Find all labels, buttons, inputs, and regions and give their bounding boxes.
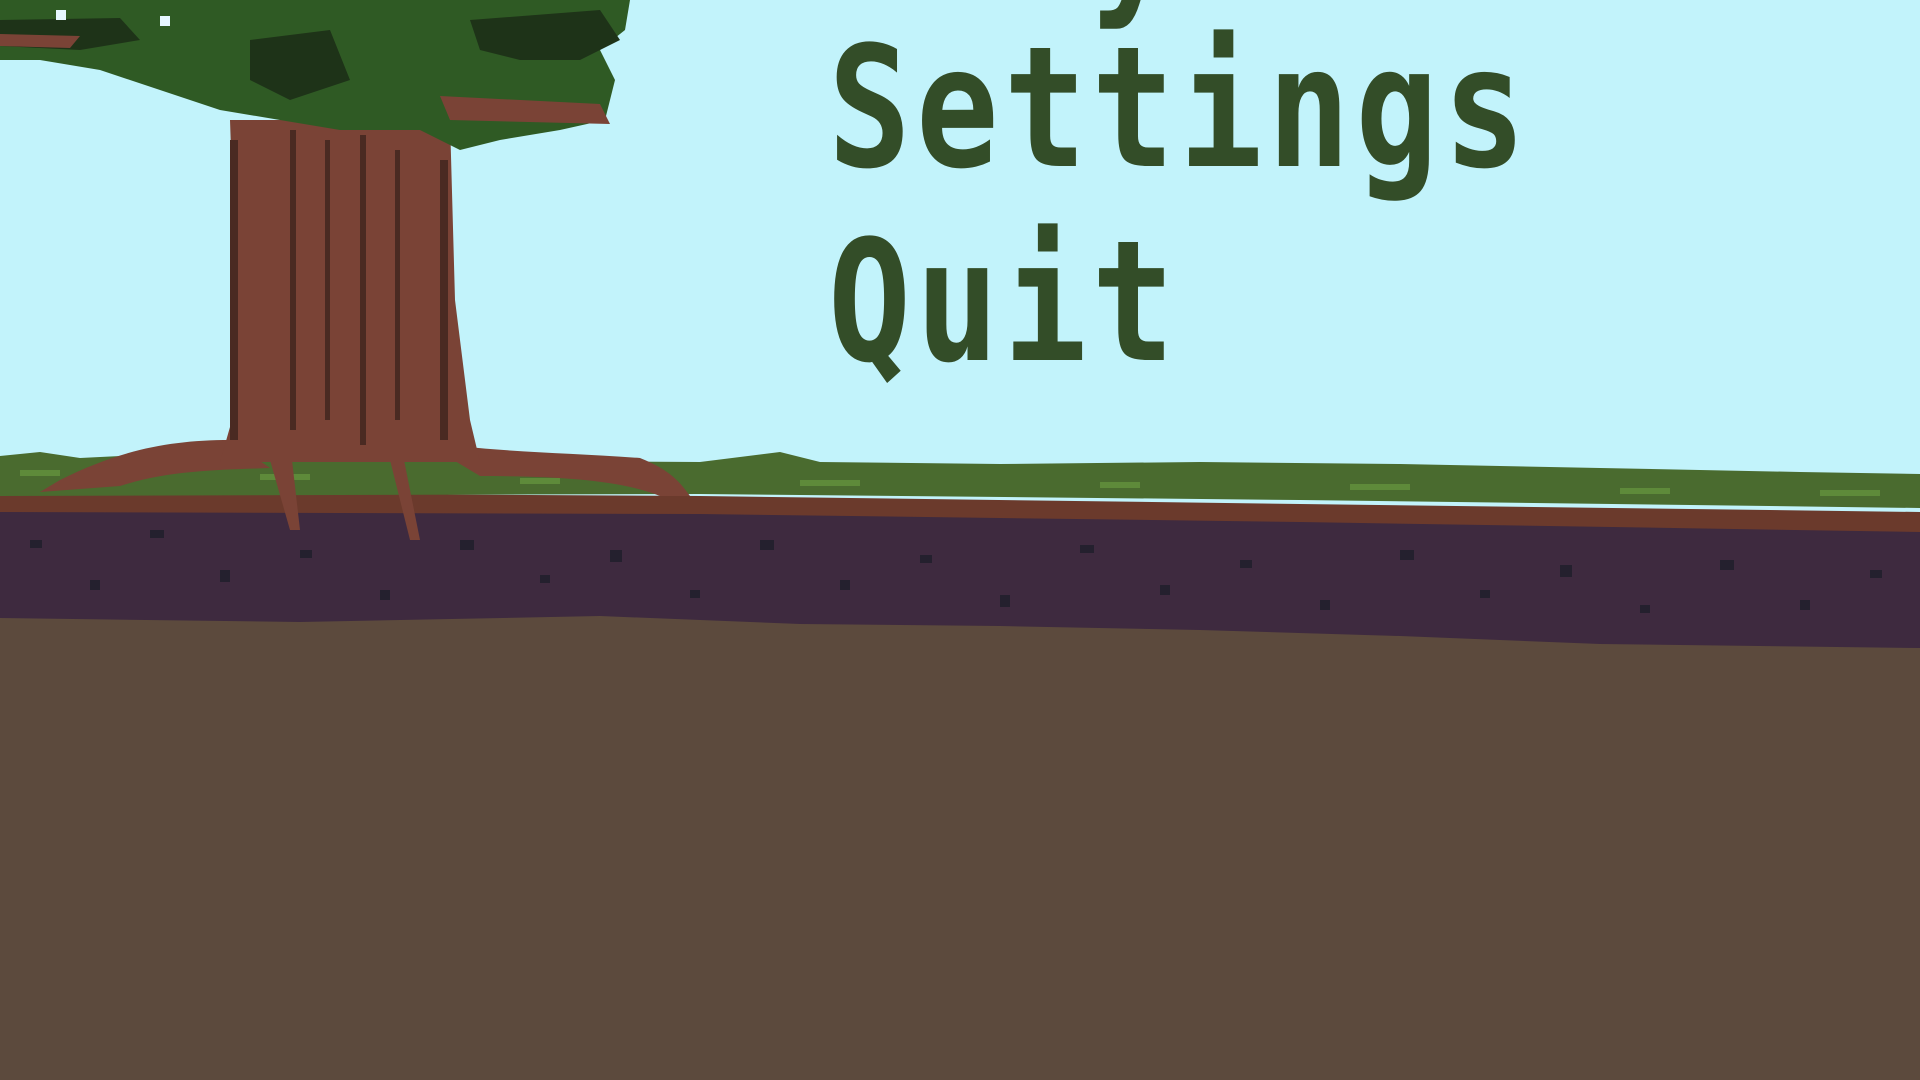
main-menu: Play Settings Quit	[828, 0, 1528, 400]
ground	[0, 612, 1920, 1080]
quit-menu-item[interactable]: Quit	[828, 218, 1179, 386]
settings-menu-item[interactable]: Settings	[828, 24, 1528, 192]
